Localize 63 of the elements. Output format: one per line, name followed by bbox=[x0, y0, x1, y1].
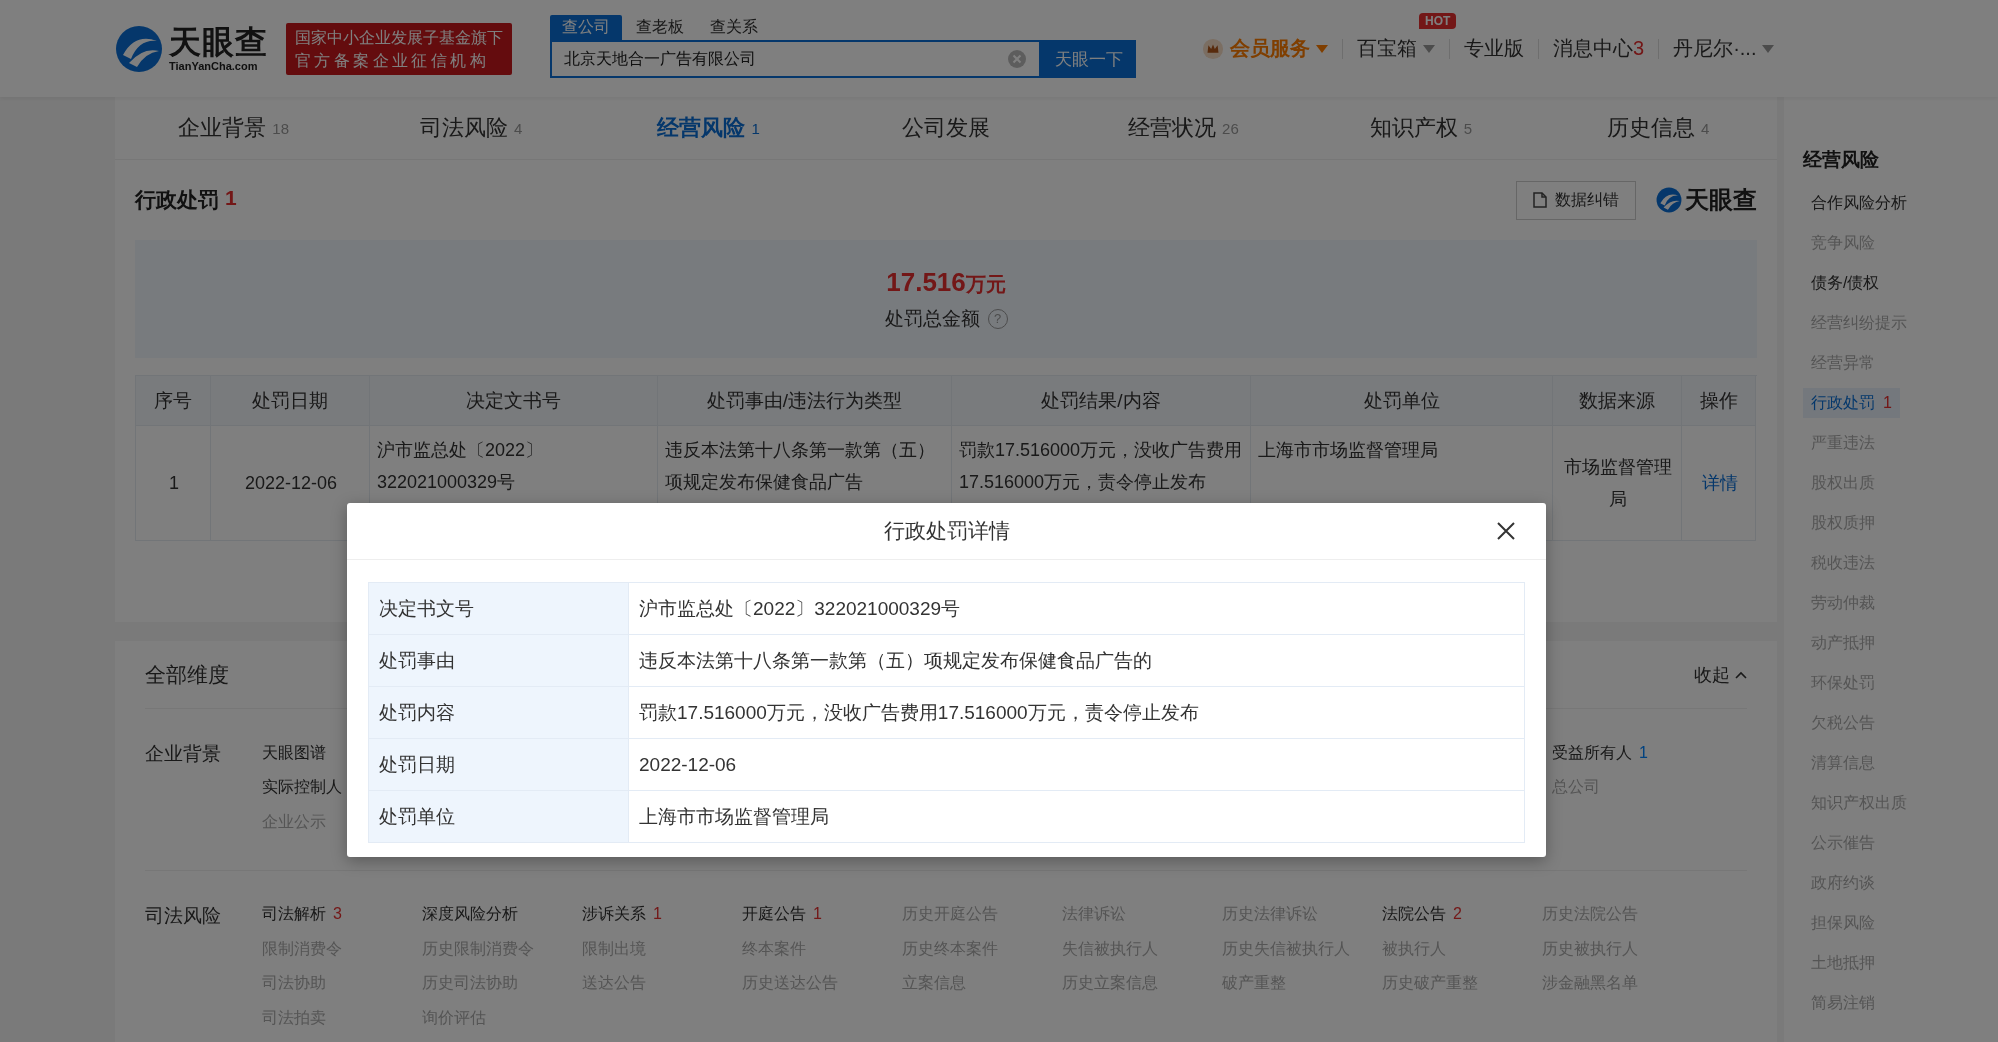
sidebar-item[interactable]: 行政处罚 1 bbox=[1803, 388, 1900, 418]
dimension-link[interactable]: 涉诉关系 1 bbox=[582, 904, 742, 926]
document-icon bbox=[1533, 192, 1547, 208]
nav-item[interactable]: 百宝箱 bbox=[1357, 35, 1435, 62]
column-header: 处罚结果/内容 bbox=[952, 376, 1251, 426]
field-label: 处罚单位 bbox=[369, 791, 629, 843]
section-title: 行政处罚 1 bbox=[135, 186, 237, 213]
dimension-link[interactable]: 受益所有人 1 bbox=[1552, 742, 1702, 764]
dimension-link[interactable]: 司法解析 3 bbox=[262, 904, 422, 926]
nav-item[interactable]: 会员服务 bbox=[1202, 35, 1328, 62]
search-field[interactable]: 北京天地合一广告有限公司 bbox=[550, 40, 1041, 78]
badge-line: 国家中小企业发展子基金旗下 bbox=[295, 27, 503, 48]
tab[interactable]: 经营风险 1 bbox=[589, 97, 828, 159]
sidebar-item[interactable]: 合作风险分析 bbox=[1803, 188, 1915, 218]
message-count: 3 bbox=[1633, 37, 1645, 60]
chevron-up-icon bbox=[1735, 670, 1747, 679]
hot-badge: HOT bbox=[1419, 12, 1457, 29]
collapse-toggle[interactable]: 收起 bbox=[1694, 662, 1747, 687]
field-label: 处罚内容 bbox=[369, 687, 629, 739]
column-header: 序号 bbox=[136, 376, 211, 426]
sidebar-title: 经营风险 bbox=[1803, 148, 1880, 172]
field-label: 处罚日期 bbox=[369, 739, 629, 791]
dimension-link[interactable]: 开庭公告 1 bbox=[742, 904, 902, 926]
card-title: 全部维度 bbox=[145, 661, 229, 688]
column-header: 处罚日期 bbox=[211, 376, 370, 426]
search-tab[interactable]: 查关系 bbox=[698, 15, 770, 40]
badge-line: 官方备案企业征信机构 bbox=[295, 50, 490, 71]
column-header: 数据来源 bbox=[1553, 376, 1682, 426]
eye-logo-icon bbox=[115, 24, 163, 73]
logo-name: 天眼查 bbox=[169, 25, 268, 58]
column-header: 决定文书号 bbox=[370, 376, 658, 426]
field-label: 处罚事由 bbox=[369, 635, 629, 687]
details-link[interactable]: 详情 bbox=[1701, 467, 1738, 499]
column-header: 处罚事由/违法行为类型 bbox=[658, 376, 952, 426]
search-tab[interactable]: 查公司 bbox=[550, 15, 622, 40]
column-header: 操作 bbox=[1682, 376, 1756, 426]
dimension-link[interactable]: 法院公告 2 bbox=[1382, 904, 1542, 926]
group-label: 司法风险 bbox=[145, 903, 222, 928]
summary-label: 处罚总金额 bbox=[884, 306, 980, 331]
dimension-link[interactable]: 深度风险分析 bbox=[422, 904, 582, 926]
table-cell: 1 bbox=[136, 426, 211, 541]
crown-icon bbox=[1202, 37, 1224, 60]
nav-item[interactable]: 消息中心3 bbox=[1553, 35, 1645, 62]
search-button[interactable]: 天眼一下 bbox=[1041, 40, 1136, 78]
field-value: 违反本法第十八条第一款第（五）项规定发布保健食品广告的 bbox=[629, 635, 1525, 687]
field-value: 罚款17.516000万元，没收广告费用17.516000万元，责令停止发布 bbox=[629, 687, 1525, 739]
nav-item[interactable]: 丹尼尔·... bbox=[1673, 35, 1775, 62]
field-label: 决定书文号 bbox=[369, 583, 629, 635]
field-value: 沪市监总处〔2022〕322021000329号 bbox=[629, 583, 1525, 635]
brand-name: 天眼查 bbox=[1685, 185, 1757, 215]
correction-button[interactable]: 数据纠错 bbox=[1516, 180, 1636, 220]
column-header: 处罚单位 bbox=[1251, 376, 1553, 426]
penalty-amount: 17.516万元 bbox=[886, 266, 1006, 298]
tab[interactable]: 公司发展 bbox=[827, 97, 1065, 159]
group-label: 企业背景 bbox=[145, 742, 222, 766]
search-tab[interactable]: 查老板 bbox=[624, 15, 696, 40]
nav-item[interactable]: 专业版 bbox=[1464, 35, 1524, 62]
logo-domain: TianYanCha.com bbox=[169, 60, 259, 72]
field-value: 2022-12-06 bbox=[629, 739, 1525, 791]
field-value: 上海市市场监督管理局 bbox=[629, 791, 1525, 843]
sidebar-item[interactable]: 债务/债权 bbox=[1803, 268, 1888, 298]
eye-logo-icon bbox=[1656, 187, 1682, 213]
table-cell: 市场监督管理局 bbox=[1553, 426, 1682, 541]
